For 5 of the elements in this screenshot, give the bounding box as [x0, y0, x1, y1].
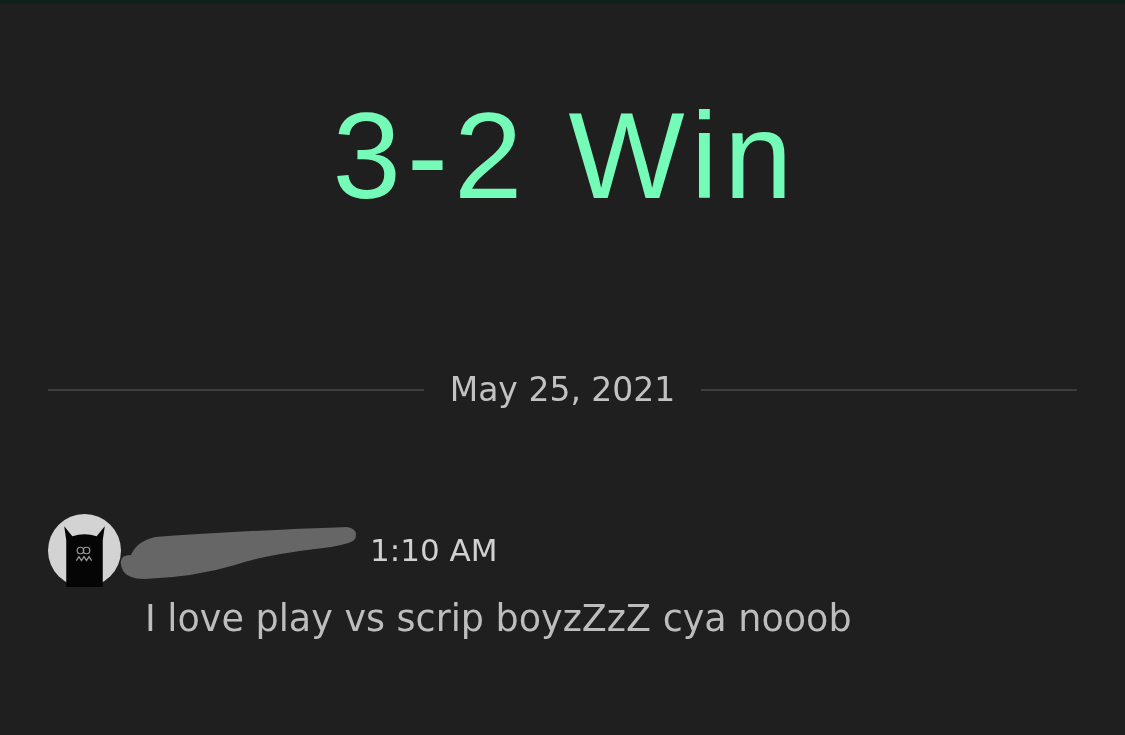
message-text: I love play vs scrip boyzZzZ cya nooob — [145, 597, 852, 641]
message-time: 1:10 AM — [370, 535, 498, 566]
date-label: May 25, 2021 — [448, 373, 677, 406]
match-result-title: 3-2 Win — [331, 94, 799, 217]
monster-avatar-icon[interactable] — [48, 514, 121, 587]
